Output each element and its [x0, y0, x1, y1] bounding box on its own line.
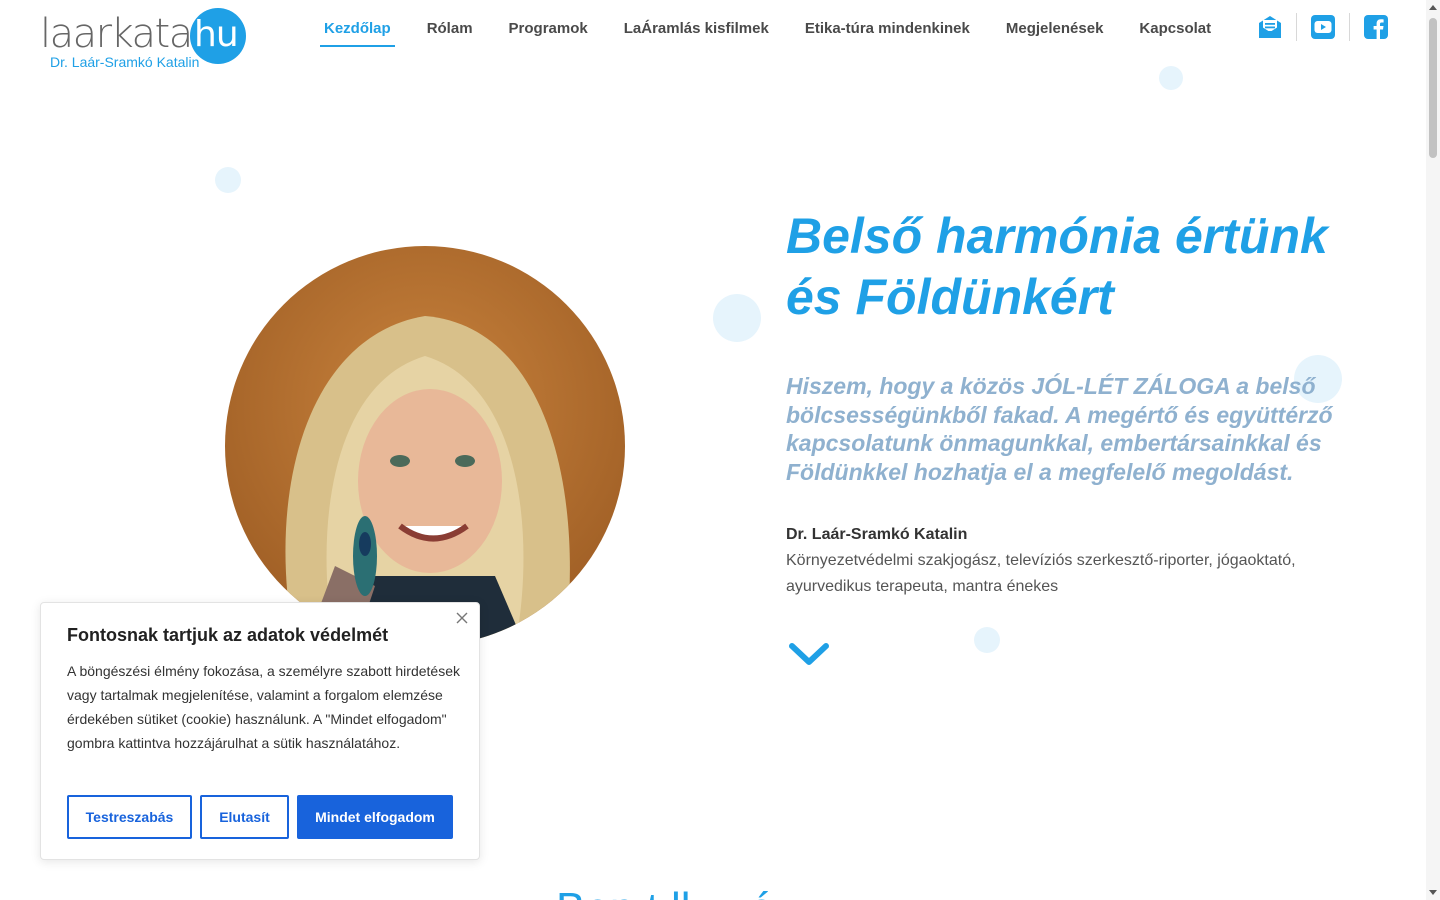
customize-button[interactable]: Testreszabás: [67, 795, 192, 839]
author-name: Dr. Laár-Sramkó Katalin: [786, 526, 968, 543]
site-logo[interactable]: laarkata. hu Dr. Laár-Sramkó Katalin: [40, 6, 250, 72]
decor-bubble: [974, 627, 1000, 653]
decor-bubble: [215, 167, 241, 193]
hero-quote: Hiszem, hogy a közös JÓL-LÉT ZÁLOGA a be…: [786, 373, 1333, 485]
cookie-buttons: Testreszabás Elutasít Mindet elfogadom: [67, 795, 453, 839]
nav-item-etika-tura[interactable]: Etika-túra mindenkinek: [801, 16, 974, 47]
portrait-photo: [225, 246, 625, 646]
page-scrollbar[interactable]: [1426, 0, 1440, 900]
nav-item-rolam[interactable]: Rólam: [423, 16, 477, 47]
main-nav: Kezdőlap Rólam Programok LaÁramlás kisfi…: [320, 16, 1215, 47]
newsletter-icon[interactable]: [1255, 12, 1285, 42]
close-icon[interactable]: [455, 611, 469, 625]
site-header: laarkata. hu Dr. Laár-Sramkó Katalin Kez…: [0, 0, 1426, 70]
nav-item-laaramlas[interactable]: LaÁramlás kisfilmek: [620, 16, 773, 47]
scrollbar-thumb[interactable]: [1429, 18, 1437, 158]
decor-bubble: [713, 294, 761, 342]
logo-subtitle: Dr. Laár-Sramkó Katalin: [50, 54, 200, 70]
social-links: [1255, 12, 1391, 42]
divider: [1349, 13, 1350, 41]
scroll-down-arrow-icon[interactable]: [1429, 890, 1437, 895]
next-section-title: Ben t lk z é: [556, 884, 774, 900]
scroll-up-arrow-icon[interactable]: [1429, 5, 1437, 10]
facebook-icon[interactable]: [1361, 12, 1391, 42]
cookie-consent-panel: Fontosnak tartjuk az adatok védelmét A b…: [40, 602, 480, 860]
decor-bubble: [1159, 66, 1183, 90]
logo-tld: hu: [194, 14, 239, 55]
nav-item-kapcsolat[interactable]: Kapcsolat: [1135, 16, 1215, 47]
hero-title: Belső harmónia értünk és Földünkért: [786, 208, 1328, 325]
reject-button[interactable]: Elutasít: [200, 795, 289, 839]
logo-wordmark: laarkata.: [40, 11, 204, 57]
author-role: Környezetvédelmi szakjogász, televíziós …: [786, 552, 1296, 595]
nav-item-kezdolap[interactable]: Kezdőlap: [320, 16, 395, 47]
chevron-down-icon[interactable]: [788, 640, 830, 670]
cookie-title: Fontosnak tartjuk az adatok védelmét: [67, 625, 389, 645]
youtube-icon[interactable]: [1308, 12, 1338, 42]
nav-item-programok[interactable]: Programok: [505, 16, 592, 47]
divider: [1296, 13, 1297, 41]
nav-item-megjelenesek[interactable]: Megjelenések: [1002, 16, 1108, 47]
cookie-text: A böngészési élmény fokozása, a személyr…: [67, 663, 460, 751]
accept-all-button[interactable]: Mindet elfogadom: [297, 795, 453, 839]
